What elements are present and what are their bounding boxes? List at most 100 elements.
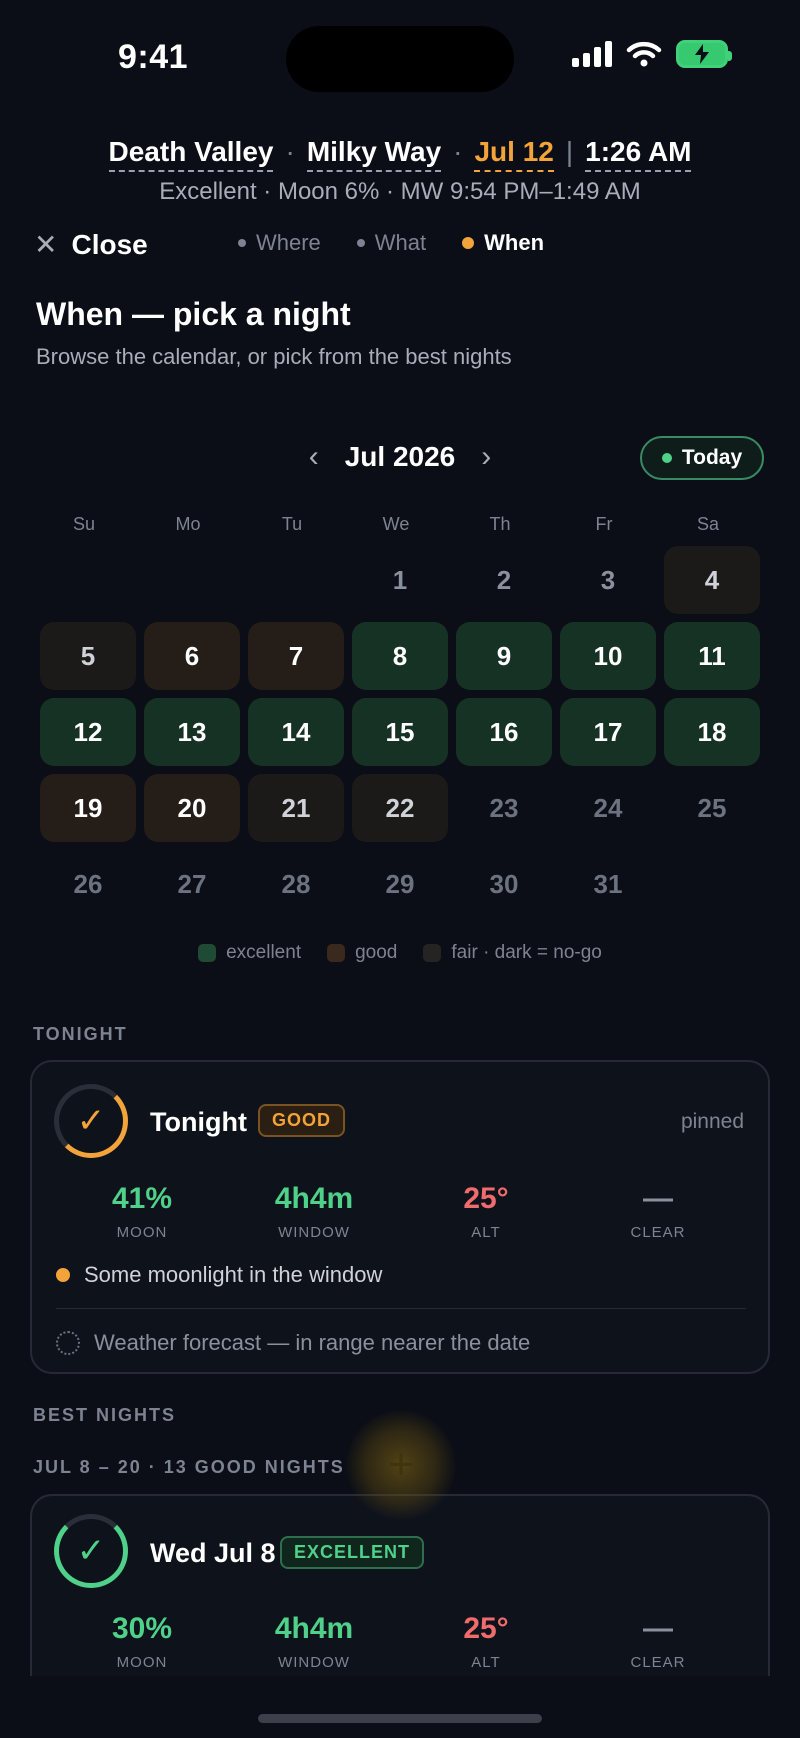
stat-label: WINDOW <box>278 1224 350 1241</box>
calendar-day-29[interactable]: 29 <box>352 850 448 918</box>
calendar-day-17[interactable]: 17 <box>560 698 656 766</box>
calendar-day-30[interactable]: 30 <box>456 850 552 918</box>
calendar-day-11[interactable]: 11 <box>664 622 760 690</box>
prev-month-icon[interactable]: ‹ <box>309 440 319 474</box>
next-month-icon[interactable]: › <box>481 440 491 474</box>
trip-summary-header: Death Valley · Milky Way · Jul 12 | 1:26… <box>0 136 800 172</box>
stat-value: 4h4m <box>274 1612 354 1645</box>
stat-moon: 30% MOON <box>56 1612 228 1671</box>
add-fab-button[interactable]: + <box>346 1410 456 1520</box>
legend-label: fair · dark = no-go <box>451 942 602 963</box>
dynamic-island <box>286 26 514 92</box>
legend-item: good <box>327 942 397 964</box>
calendar-day-10[interactable]: 10 <box>560 622 656 690</box>
close-label: Close <box>71 228 148 260</box>
date-link[interactable]: Jul 12 <box>474 136 554 172</box>
today-label: Today <box>681 446 743 469</box>
stat-alt: 25° ALT <box>400 1182 572 1241</box>
tonight-card[interactable]: ✓ Tonight GOOD pinned 41% MOON 4h4m WINDOW 2… <box>30 1060 770 1374</box>
wifi-icon <box>626 41 662 67</box>
calendar-day-23[interactable]: 23 <box>456 774 552 842</box>
step-what[interactable]: What <box>356 230 427 256</box>
weekday-label: Th <box>489 514 511 534</box>
calendar-day-7[interactable]: 7 <box>248 622 344 690</box>
stat-moon: 41% MOON <box>56 1182 228 1241</box>
calendar-day-12[interactable]: 12 <box>40 698 136 766</box>
step-where[interactable]: Where <box>238 230 321 256</box>
calendar-day-15[interactable]: 15 <box>352 698 448 766</box>
calendar-empty-cell <box>40 546 136 614</box>
calendar-day-6[interactable]: 6 <box>144 622 240 690</box>
calendar-day-5[interactable]: 5 <box>40 622 136 690</box>
calendar-day-19[interactable]: 19 <box>40 774 136 842</box>
stat-value: — <box>643 1182 673 1215</box>
battery-charging-icon <box>676 40 732 68</box>
calendar-day-20[interactable]: 20 <box>144 774 240 842</box>
stat-label: CLEAR <box>630 1654 686 1671</box>
calendar-empty-cell <box>248 546 344 614</box>
legend-item: excellent <box>198 942 301 964</box>
calendar-empty-cell <box>144 546 240 614</box>
today-dot-icon <box>661 453 672 463</box>
legend-swatch <box>198 944 217 962</box>
weekday-label: Mo <box>175 514 201 534</box>
check-icon: ✓ <box>76 1532 106 1570</box>
time-link[interactable]: 1:26 AM <box>585 136 692 172</box>
weekday-label: Sa <box>696 514 720 534</box>
section-label-best-nights: BEST NIGHTS <box>33 1405 177 1425</box>
step-label: When <box>484 230 545 255</box>
target-link[interactable]: Milky Way <box>306 136 442 172</box>
calendar-day-13[interactable]: 13 <box>144 698 240 766</box>
step-label: What <box>374 230 427 255</box>
close-button[interactable]: ✕ Close <box>34 228 148 261</box>
step-dot-icon <box>238 239 246 247</box>
calendar-day-24[interactable]: 24 <box>560 774 656 842</box>
legend-label: good <box>355 942 398 963</box>
loading-spinner-icon <box>56 1331 80 1355</box>
calendar-day-18[interactable]: 18 <box>664 698 760 766</box>
calendar-day-26[interactable]: 26 <box>40 850 136 918</box>
page-subtitle: Browse the calendar, or pick from the be… <box>36 344 512 369</box>
stat-value: 25° <box>463 1182 509 1215</box>
section-label-tonight: TONIGHT <box>33 1024 128 1044</box>
calendar-day-3[interactable]: 3 <box>560 546 656 614</box>
today-button[interactable]: Today <box>640 436 764 480</box>
moonlight-note: Some moonlight in the window <box>56 1262 382 1288</box>
step-dot-icon <box>462 237 475 249</box>
stat-label: CLEAR <box>630 1224 686 1241</box>
tonight-title: Tonight <box>150 1107 247 1137</box>
step-label: Where <box>256 230 321 255</box>
calendar-day-27[interactable]: 27 <box>144 850 240 918</box>
legend-swatch <box>423 944 442 962</box>
cellular-signal-icon <box>572 41 612 67</box>
best-night-stats: 30% MOON 4h4m WINDOW 25° ALT — CLEAR <box>56 1612 744 1671</box>
stat-clear: — CLEAR <box>572 1612 744 1671</box>
location-link[interactable]: Death Valley <box>108 136 274 172</box>
calendar-day-14[interactable]: 14 <box>248 698 344 766</box>
best-night-title: Wed Jul 8 <box>150 1538 276 1568</box>
step-when[interactable]: When <box>462 230 544 256</box>
calendar-day-22[interactable]: 22 <box>352 774 448 842</box>
calendar-day-4[interactable]: 4 <box>664 546 760 614</box>
stat-value: 30% <box>111 1612 173 1645</box>
stat-value: — <box>643 1612 673 1645</box>
calendar-day-28[interactable]: 28 <box>248 850 344 918</box>
bottom-safe-area <box>0 1676 800 1738</box>
calendar-day-25[interactable]: 25 <box>664 774 760 842</box>
calendar-day-16[interactable]: 16 <box>456 698 552 766</box>
tonight-score-ring: ✓ <box>54 1084 128 1158</box>
calendar-day-2[interactable]: 2 <box>456 546 552 614</box>
weekday-label: Fr <box>595 514 613 534</box>
calendar-day-1[interactable]: 1 <box>352 546 448 614</box>
calendar-day-21[interactable]: 21 <box>248 774 344 842</box>
quality-badge: GOOD <box>258 1104 346 1137</box>
calendar-day-9[interactable]: 9 <box>456 622 552 690</box>
weekday-label: Su <box>72 514 96 534</box>
separator: · <box>453 136 463 167</box>
moonlight-note-text: Some moonlight in the window <box>84 1262 383 1287</box>
calendar-day-8[interactable]: 8 <box>352 622 448 690</box>
close-icon: ✕ <box>34 229 58 260</box>
conditions-summary: Excellent · Moon 6% · MW 9:54 PM–1:49 AM <box>159 178 641 205</box>
calendar-day-31[interactable]: 31 <box>560 850 656 918</box>
stat-alt: 25° ALT <box>400 1612 572 1671</box>
